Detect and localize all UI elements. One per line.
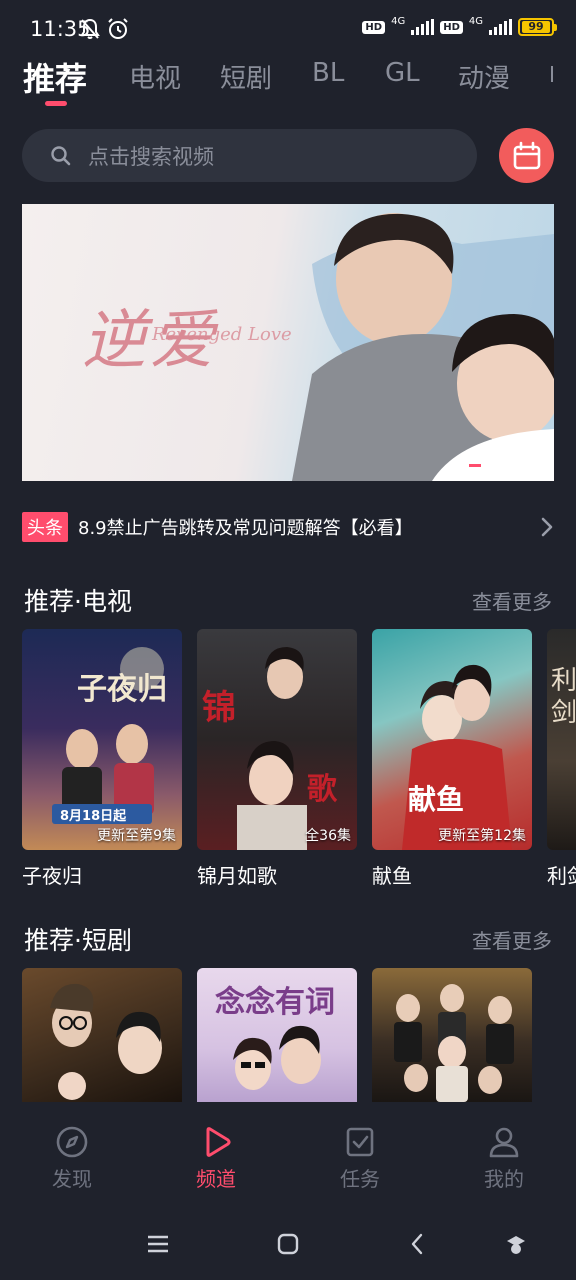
see-more-short-drama-button[interactable]: 查看更多: [472, 925, 552, 954]
play-icon: [206, 1127, 231, 1157]
poster-image: [372, 968, 532, 1102]
episode-badge: 全36集: [305, 828, 351, 844]
tab-tv[interactable]: 电视: [129, 58, 181, 95]
menu-icon[interactable]: [146, 1232, 170, 1256]
nav-channel[interactable]: 频道: [176, 1125, 256, 1192]
network-type: 4G: [468, 15, 483, 27]
card-title: 献鱼: [372, 864, 412, 888]
hero-banner[interactable]: 逆爱 Revenged Love: [22, 204, 554, 481]
episode-badge: 更新至第9集: [97, 828, 176, 844]
nav-tasks[interactable]: 任务: [320, 1125, 400, 1192]
search-input[interactable]: 点击搜索视频: [22, 129, 477, 182]
svg-text:锦: 锦: [202, 688, 236, 728]
card-title: 锦月如歌: [197, 864, 277, 888]
poster-image: 子夜归 8月18日起 更新至第9集: [22, 629, 182, 850]
task-icon: [346, 1127, 374, 1157]
episode-badge: 更新至第12集: [438, 828, 526, 844]
nav-label: 任务: [340, 1167, 380, 1191]
headline-badge: 头条: [22, 512, 68, 542]
tv-card[interactable]: 献鱼 更新至第12集 献鱼: [372, 629, 532, 889]
banner-pagination: [469, 464, 532, 467]
chevron-right-icon: [541, 517, 553, 537]
hd-badge: HD: [362, 20, 386, 34]
section-title-short-drama: 推荐·短剧: [24, 926, 132, 955]
banner-dot: [520, 464, 532, 467]
card-title: 利剑: [547, 864, 576, 888]
battery-icon: 99: [518, 18, 557, 36]
card-title: 子夜归: [22, 864, 82, 888]
home-icon[interactable]: [276, 1232, 300, 1256]
short-drama-card[interactable]: [22, 968, 182, 1102]
nav-label: 频道: [196, 1167, 236, 1191]
poster-image: 献鱼 更新至第12集: [372, 629, 532, 850]
signal-icon: [489, 19, 512, 35]
tab-recommend[interactable]: 推荐: [23, 54, 87, 100]
headline-notice[interactable]: 头条 8.9禁止广告跳转及常见问题解答【必看】: [22, 511, 554, 543]
svg-text:念念有词: 念念有词: [215, 985, 335, 1020]
svg-text:8月18日起: 8月18日起: [60, 808, 127, 824]
section-title-tv: 推荐·电视: [24, 587, 132, 616]
status-bar: 11:35 HD 4G HD 4G 99: [0, 0, 576, 56]
banner-dot: [486, 464, 498, 467]
tv-card[interactable]: 锦 歌 全36集 锦月如歌: [197, 629, 357, 889]
svg-text:利: 利: [551, 666, 576, 696]
compass-icon: [56, 1126, 88, 1158]
see-more-tv-button[interactable]: 查看更多: [472, 586, 552, 615]
nav-discover[interactable]: 发现: [32, 1125, 112, 1192]
short-drama-card[interactable]: [372, 968, 532, 1102]
bottom-navigation: 发现 频道 任务 我的: [0, 1103, 576, 1203]
search-icon: [51, 145, 71, 165]
banner-subtitle: Revenged Love: [152, 324, 292, 345]
user-icon: [489, 1127, 519, 1158]
calendar-icon: [513, 141, 540, 169]
banner-dot: [503, 464, 515, 467]
tv-card[interactable]: 利 剑 利剑: [547, 629, 576, 889]
tab-gl[interactable]: GL: [385, 58, 420, 88]
system-navigation: [0, 1210, 576, 1280]
calendar-button[interactable]: [499, 128, 554, 183]
hd-badge: HD: [440, 20, 463, 34]
poster-image: 利 剑: [547, 629, 576, 850]
nav-label: 我的: [484, 1167, 524, 1191]
tab-short-drama[interactable]: 短剧: [220, 58, 272, 95]
svg-text:子夜归: 子夜归: [77, 672, 167, 707]
alarm-icon: [108, 18, 128, 39]
tab-overflow: [551, 66, 553, 82]
poster-image: 念念有词: [197, 968, 357, 1102]
signal-icon: [411, 19, 435, 35]
nav-profile[interactable]: 我的: [464, 1125, 544, 1192]
poster-image: [22, 968, 182, 1102]
tab-anime[interactable]: 动漫: [458, 58, 510, 95]
svg-text:歌: 歌: [307, 772, 338, 807]
poster-image: 锦 歌 全36集: [197, 629, 357, 850]
headline-text: 8.9禁止广告跳转及常见问题解答【必看】: [78, 518, 413, 539]
banner-dot: [469, 464, 481, 467]
tv-card[interactable]: 子夜归 8月18日起 更新至第9集 子夜归: [22, 629, 182, 889]
status-indicators: HD 4G HD 4G 99: [362, 15, 557, 36]
battery-level: 99: [522, 21, 550, 33]
assistant-icon[interactable]: [504, 1232, 528, 1256]
network-type: 4G: [391, 15, 406, 27]
nav-label: 发现: [52, 1167, 92, 1191]
svg-text:献鱼: 献鱼: [408, 783, 464, 816]
search-placeholder: 点击搜索视频: [88, 144, 214, 169]
bell-off-icon: [80, 18, 100, 39]
svg-text:剑: 剑: [551, 698, 576, 728]
back-icon[interactable]: [406, 1232, 430, 1256]
short-drama-card[interactable]: 念念有词: [197, 968, 357, 1102]
category-tabs: 推荐 电视 短剧 BL GL 动漫: [0, 56, 576, 112]
tab-bl[interactable]: BL: [312, 58, 344, 88]
tab-indicator: [45, 101, 67, 106]
